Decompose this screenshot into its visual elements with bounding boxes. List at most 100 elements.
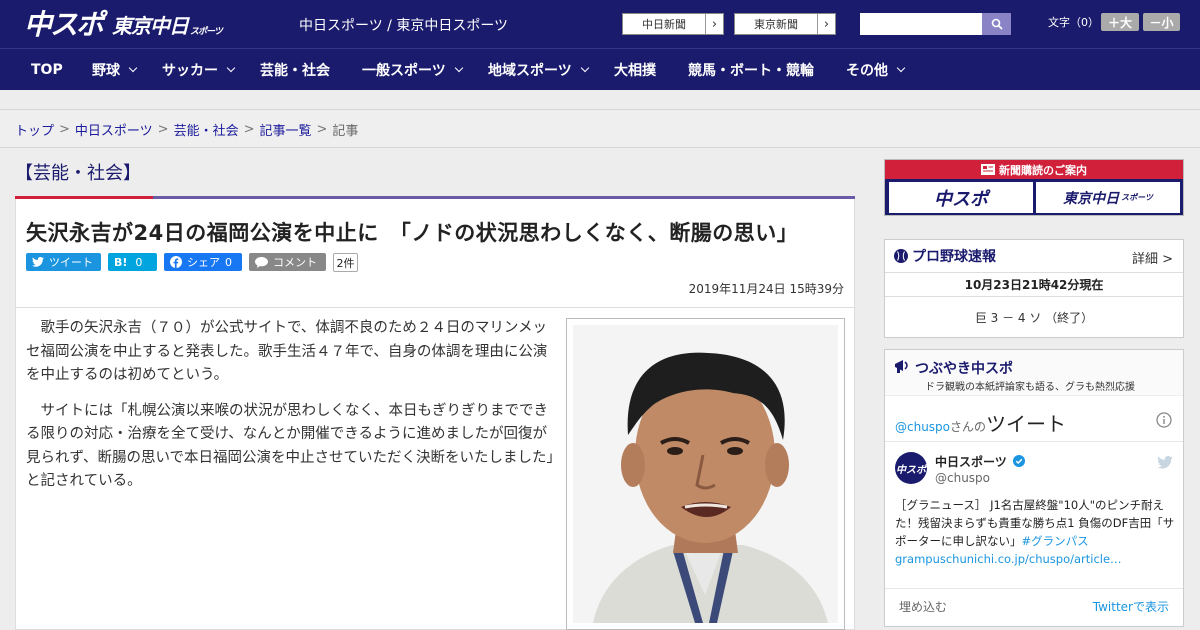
category-header: 【芸能・社会】 — [15, 149, 855, 199]
twitter-widget-title: つぶやき中スポ — [915, 361, 1013, 377]
article-photo[interactable] — [566, 318, 845, 630]
tweet-author-label: 中日スポーツ — [935, 455, 1007, 469]
chuspo-subscribe-logo[interactable]: 中スポ — [889, 182, 1033, 213]
tweet-author-handle[interactable]: @chuspo — [935, 471, 990, 485]
tweets-handle-link[interactable]: @chuspo — [895, 420, 950, 434]
nav-item-other[interactable]: その他 — [846, 49, 906, 91]
chevron-down-icon — [896, 63, 906, 72]
nav-item-baseball[interactable]: 野球 — [92, 49, 138, 91]
spacer — [0, 90, 1200, 110]
tweet-button[interactable]: ツイート — [26, 253, 101, 271]
baseball-score[interactable]: 巨 3 － 4 ソ （終了） — [885, 297, 1183, 337]
tokyo-chunichi-subscribe-text: 東京中日 — [1063, 190, 1120, 207]
facebook-count: 0 — [225, 255, 232, 269]
search-box — [860, 13, 1011, 35]
newspaper-icon — [981, 164, 995, 175]
divider — [885, 441, 1183, 442]
breadcrumb-sep: > — [157, 121, 169, 137]
twitter-widget-header: つぶやき中スポ ドラ観戦の本紙評論家も語る、グラも熱烈応援 — [885, 350, 1183, 396]
subscription-banner-label: 新聞購読のご案内 — [999, 163, 1087, 177]
breadcrumb-chunichi-sports[interactable]: 中日スポーツ — [75, 120, 153, 139]
article-date: 2019年11月24日 15時39分 — [688, 282, 844, 296]
chevron-down-icon — [454, 63, 463, 72]
hatena-bookmark-button[interactable]: B! 0 — [108, 253, 157, 271]
nav-item-entertainment[interactable]: 芸能・社会 — [260, 49, 330, 91]
portrait-illustration — [573, 325, 838, 623]
nav-label: 地域スポーツ — [488, 62, 572, 79]
chevron-down-icon — [128, 63, 138, 72]
nav-item-top[interactable]: TOP — [31, 49, 63, 91]
tweet-label: ツイート — [49, 256, 93, 269]
search-icon — [991, 18, 1003, 30]
baseball-icon — [894, 249, 908, 263]
hatena-icon: B! — [114, 255, 128, 269]
breadcrumb: トップ > 中日スポーツ > 芸能・社会 > 記事一覧 > 記事 — [0, 111, 1200, 148]
subscription-banner[interactable]: 新聞購読のご案内 中スポ 東京中日 スポーツ — [884, 159, 1184, 216]
facebook-icon — [170, 256, 182, 268]
megaphone-icon — [895, 360, 908, 373]
tokyo-shimbun-button[interactable]: 東京新聞 › — [734, 13, 836, 35]
comment-count[interactable]: 2件 — [333, 253, 358, 272]
subscription-banner-title: 新聞購読のご案内 — [885, 160, 1183, 179]
breadcrumb-sep: > — [243, 121, 255, 137]
baseball-scores-title: プロ野球速報 — [912, 249, 996, 265]
search-button[interactable] — [982, 13, 1011, 35]
font-larger-button[interactable]: ＋大 — [1101, 13, 1139, 31]
search-input[interactable] — [860, 13, 982, 35]
breadcrumb-article-list[interactable]: 記事一覧 — [260, 120, 312, 139]
twitter-bird-icon — [32, 257, 44, 267]
baseball-details-link[interactable]: 詳細 > — [1132, 248, 1173, 267]
article-body: 歌手の矢沢永吉（７０）が公式サイトで、体調不良のため２４日のマリンメッセ福岡公演… — [26, 317, 554, 506]
tweet-hashtag[interactable]: #グランパス — [1022, 534, 1089, 548]
tokyo-chunichi-logo[interactable]: 東京中日 スポーツ — [112, 8, 223, 40]
tweet-link[interactable]: grampuschunichi.co.jp/chuspo/article… — [895, 552, 1122, 566]
twitter-bird-icon[interactable] — [1157, 456, 1173, 469]
chevron-down-icon — [580, 63, 589, 72]
category-label[interactable]: 【芸能・社会】 — [15, 159, 141, 185]
twitter-widget-subtitle: ドラ観戦の本紙評論家も語る、グラも熱烈応援 — [925, 382, 1135, 393]
nav-item-general-sports[interactable]: 一般スポーツ — [362, 49, 463, 91]
comment-button[interactable]: コメント — [249, 253, 326, 271]
tokyo-chunichi-logo-small: スポーツ — [190, 26, 223, 37]
chuspo-logo[interactable]: 中スポ — [24, 6, 104, 41]
tweets-word: ツイート — [986, 412, 1067, 436]
chunichi-shimbun-button[interactable]: 中日新聞 › — [622, 13, 724, 35]
font-smaller-button[interactable]: －小 — [1143, 13, 1180, 31]
tokyo-chunichi-subscribe-logo[interactable]: 東京中日 スポーツ — [1036, 182, 1180, 213]
site-links[interactable]: 中日スポーツ / 東京中日スポーツ — [299, 15, 508, 35]
chevron-down-icon — [226, 63, 236, 72]
tokyo-shimbun-label: 東京新聞 — [754, 18, 798, 31]
embed-link[interactable]: 埋め込む — [899, 598, 947, 615]
nav-label: 大相撲 — [614, 62, 656, 79]
nav-label: TOP — [31, 61, 63, 78]
main-nav: TOP 野球 サッカー 芸能・社会 一般スポーツ 地域スポーツ 大相撲 競馬・ボ… — [0, 48, 1200, 90]
article-title: 矢沢永吉が24日の福岡公演を中止に 「ノドの状況思わしくなく、断腸の思い」 — [26, 221, 799, 245]
speech-bubble-icon — [255, 256, 268, 268]
view-on-twitter-link[interactable]: Twitterで表示 — [1093, 598, 1169, 615]
facebook-share-button[interactable]: シェア 0 — [164, 253, 242, 271]
baseball-scores-widget: プロ野球速報 詳細 > 10月23日21時42分現在 巨 3 － 4 ソ （終了… — [884, 239, 1184, 338]
breadcrumb-entertainment[interactable]: 芸能・社会 — [174, 120, 239, 139]
chevron-right-icon: › — [817, 14, 835, 34]
nav-item-soccer[interactable]: サッカー — [162, 49, 236, 91]
hatena-count: 0 — [135, 255, 143, 269]
breadcrumb-top[interactable]: トップ — [15, 120, 54, 139]
info-icon[interactable] — [1156, 412, 1172, 428]
portrait-image — [573, 325, 838, 623]
nav-item-racing[interactable]: 競馬・ボート・競輪 — [688, 49, 814, 91]
tweet-author-name[interactable]: 中日スポーツ — [935, 453, 1025, 470]
site-header: 中スポ 東京中日 スポーツ 中日スポーツ / 東京中日スポーツ 中日新聞 › 東京… — [0, 0, 1200, 48]
baseball-scores-header: プロ野球速報 詳細 > — [885, 240, 1183, 273]
tweet-text: ［グラニュース］ J1名古屋終盤"10人"のピンチ耐えた！残留決まらずも貴重な勝… — [895, 496, 1177, 568]
chunichi-shimbun-label: 中日新聞 — [642, 18, 686, 31]
article-paragraph: サイトには「札幌公演以来喉の状況が思わしくなく、本日もぎりぎりまでできる限りの対… — [26, 402, 554, 490]
breadcrumb-sep: > — [59, 121, 70, 137]
facebook-label: シェア — [187, 256, 220, 269]
avatar[interactable]: 中スポ — [895, 452, 927, 484]
nav-item-local-sports[interactable]: 地域スポーツ — [488, 49, 589, 91]
twitter-widget: つぶやき中スポ ドラ観戦の本紙評論家も語る、グラも熱烈応援 @chuspoさんの… — [884, 349, 1184, 627]
chevron-right-icon: › — [705, 14, 723, 34]
article-paragraph: 歌手の矢沢永吉（７０）が公式サイトで、体調不良のため２４日のマリンメッセ福岡公演… — [26, 320, 548, 383]
nav-item-sumo[interactable]: 大相撲 — [614, 49, 656, 91]
nav-label: 競馬・ボート・競輪 — [688, 62, 814, 79]
